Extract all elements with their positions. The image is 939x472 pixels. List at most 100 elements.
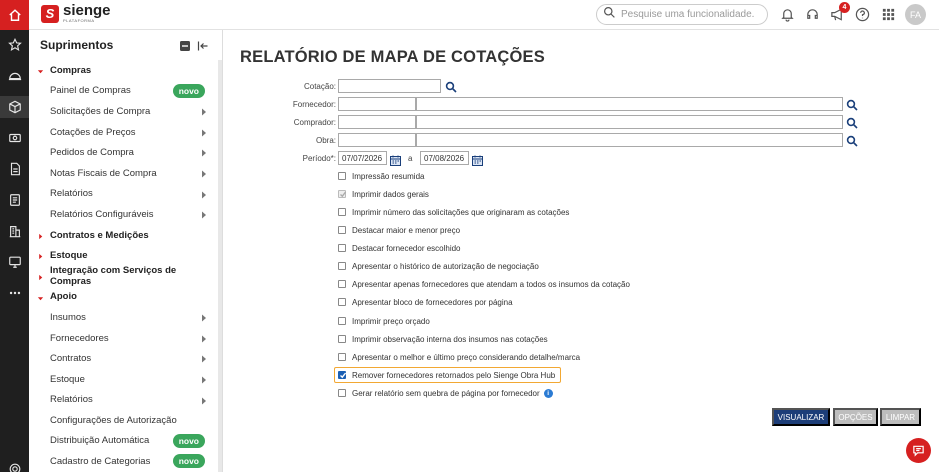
- sidebar-item-configuracoes-autorizacao[interactable]: Configurações de Autorização: [29, 410, 219, 431]
- caret-right-icon: [37, 273, 44, 281]
- apps-grid-icon[interactable]: [880, 6, 896, 22]
- periodo-fim-input[interactable]: [420, 151, 469, 165]
- opcoes-button[interactable]: OPÇÕES: [833, 408, 878, 426]
- chevron-right-icon: [201, 335, 207, 343]
- sidebar-item-integracao[interactable]: Integração com Serviços de Compras: [29, 265, 219, 287]
- home-icon[interactable]: [0, 0, 29, 30]
- sidebar-item-fornecedores[interactable]: Fornecedores: [29, 328, 219, 349]
- help-icon[interactable]: [854, 6, 870, 22]
- star-icon[interactable]: [0, 34, 29, 56]
- checkbox[interactable]: [338, 208, 346, 216]
- checkbox[interactable]: [338, 226, 346, 234]
- checkbox[interactable]: [338, 335, 346, 343]
- sidebar-item-estoque-apoio[interactable]: Estoque: [29, 369, 219, 390]
- info-icon[interactable]: i: [543, 388, 553, 398]
- search-input[interactable]: [621, 9, 761, 20]
- fornecedor-code-input[interactable]: [338, 97, 416, 111]
- sidebar-item-contratos[interactable]: Contratos: [29, 348, 219, 369]
- option-impressao-resumida[interactable]: Impressão resumida: [338, 169, 424, 183]
- bell-icon[interactable]: [779, 6, 795, 22]
- sidebar-item-solicitacoes-de-compra[interactable]: Solicitações de Compra: [29, 101, 219, 122]
- novo-badge: novo: [172, 83, 205, 98]
- helmet-icon[interactable]: [0, 65, 29, 87]
- checkbox[interactable]: [338, 317, 346, 325]
- chevron-right-icon: [201, 376, 207, 384]
- periodo-inicio-input[interactable]: [338, 151, 387, 165]
- checkbox[interactable]: [338, 353, 346, 361]
- sidebar-item-contratos-e-medicoes[interactable]: Contratos e Medições: [29, 225, 219, 246]
- sidebar-item-relatorios-configuraveis[interactable]: Relatórios Configuráveis: [29, 204, 219, 225]
- chevron-right-icon: [201, 149, 207, 157]
- option-imprimir-numero-solicitacoes[interactable]: Imprimir número das solicitações que ori…: [338, 205, 569, 219]
- sidebar-item-relatorios[interactable]: Relatórios: [29, 184, 219, 205]
- option-destacar-maior-menor[interactable]: Destacar maior e menor preço: [338, 223, 460, 237]
- comprador-code-input[interactable]: [338, 115, 416, 129]
- checkbox[interactable]: [338, 244, 346, 252]
- building-icon[interactable]: [0, 220, 29, 242]
- search-comprador-icon[interactable]: [846, 116, 858, 129]
- sienge-logo[interactable]: S sienge PLATAFORMA: [41, 3, 111, 23]
- sidebar-item-cadastro-categorias[interactable]: Cadastro de Categorias novo: [29, 451, 219, 472]
- obra-code-input[interactable]: [338, 133, 416, 147]
- chevron-right-icon: [201, 191, 207, 199]
- more-icon[interactable]: [0, 282, 29, 304]
- chat-support-button[interactable]: [906, 438, 931, 463]
- option-label: Apresentar o melhor e último preço consi…: [352, 352, 581, 362]
- sidebar-item-compras[interactable]: Compras: [29, 60, 219, 81]
- checkbox[interactable]: [338, 262, 346, 270]
- obra-name-input[interactable]: [416, 133, 843, 147]
- checkbox-checked[interactable]: [338, 371, 347, 379]
- sidebar-item-label: Cadastro de Categorias: [50, 456, 151, 468]
- box-icon[interactable]: [0, 96, 29, 118]
- headset-icon[interactable]: [804, 6, 820, 22]
- function-search[interactable]: [596, 4, 768, 25]
- option-destacar-fornecedor[interactable]: Destacar fornecedor escolhido: [338, 241, 461, 255]
- collapse-all-icon[interactable]: [179, 39, 191, 51]
- sidebar-item-painel-de-compras[interactable]: Painel de Compras novo: [29, 81, 219, 102]
- calendar-inicio-icon[interactable]: [390, 153, 401, 166]
- checkbox[interactable]: [338, 172, 346, 180]
- visualizar-button[interactable]: VISUALIZAR: [772, 408, 830, 426]
- comprador-name-input[interactable]: [416, 115, 843, 129]
- option-bloco-fornecedores[interactable]: Apresentar bloco de fornecedores por pág…: [338, 295, 513, 309]
- document-icon[interactable]: [0, 158, 29, 180]
- chevron-right-icon: [201, 397, 207, 404]
- option-apenas-fornecedores[interactable]: Apresentar apenas fornecedores que atend…: [338, 277, 630, 291]
- hide-sidebar-icon[interactable]: [197, 39, 209, 51]
- search-cotacao-icon[interactable]: [445, 80, 457, 93]
- megaphone-icon[interactable]: 4: [829, 2, 850, 22]
- cotacao-label: Cotação:: [303, 82, 336, 91]
- option-preco-orcado[interactable]: Imprimir preço orçado: [338, 314, 430, 328]
- limpar-button[interactable]: LIMPAR: [880, 408, 921, 426]
- option-label: Apresentar apenas fornecedores que atend…: [352, 279, 630, 289]
- sidebar-item-distribuicao-automatica[interactable]: Distribuição Automática novo: [29, 431, 219, 452]
- sidebar-item-relatorios-apoio[interactable]: Relatórios: [29, 390, 219, 411]
- checkbox[interactable]: [338, 298, 346, 306]
- sidebar-item-estoque[interactable]: Estoque: [29, 245, 219, 266]
- settings-icon[interactable]: [0, 458, 29, 472]
- monitor-icon[interactable]: [0, 251, 29, 273]
- checkbox[interactable]: [338, 389, 346, 397]
- sidebar-item-pedidos-de-compra[interactable]: Pedidos de Compra: [29, 142, 219, 163]
- fornecedor-label: Fornecedor:: [292, 100, 336, 109]
- option-historico-autorizacao[interactable]: Apresentar o histórico de autorização de…: [338, 259, 539, 273]
- periodo-separator: a: [408, 154, 413, 163]
- cotacao-input[interactable]: [338, 79, 441, 93]
- calendar-fim-icon[interactable]: [472, 153, 483, 166]
- fornecedor-name-input[interactable]: [416, 97, 843, 111]
- search-fornecedor-icon[interactable]: [846, 98, 858, 111]
- file-list-icon[interactable]: [0, 189, 29, 211]
- option-imprimir-dados-gerais[interactable]: Imprimir dados gerais: [338, 187, 429, 201]
- option-melhor-ultimo-preco[interactable]: Apresentar o melhor e último preço consi…: [338, 350, 580, 364]
- option-sem-quebra-pagina[interactable]: Gerar relatório sem quebra de página por…: [338, 386, 553, 400]
- sidebar-item-cotacoes-de-precos[interactable]: Cotações de Preços: [29, 122, 219, 143]
- avatar[interactable]: FA: [905, 4, 926, 25]
- option-remover-obra-hub[interactable]: Remover fornecedores retornados pelo Sie…: [334, 367, 562, 383]
- sidebar-item-apoio[interactable]: Apoio: [29, 287, 219, 308]
- sidebar-item-insumos[interactable]: Insumos: [29, 307, 219, 328]
- checkbox[interactable]: [338, 280, 346, 288]
- sidebar-item-notas-fiscais[interactable]: Notas Fiscais de Compra: [29, 163, 219, 184]
- search-obra-icon[interactable]: [846, 134, 858, 147]
- money-icon[interactable]: [0, 127, 29, 149]
- option-observacao-interna[interactable]: Imprimir observação interna dos insumos …: [338, 332, 548, 346]
